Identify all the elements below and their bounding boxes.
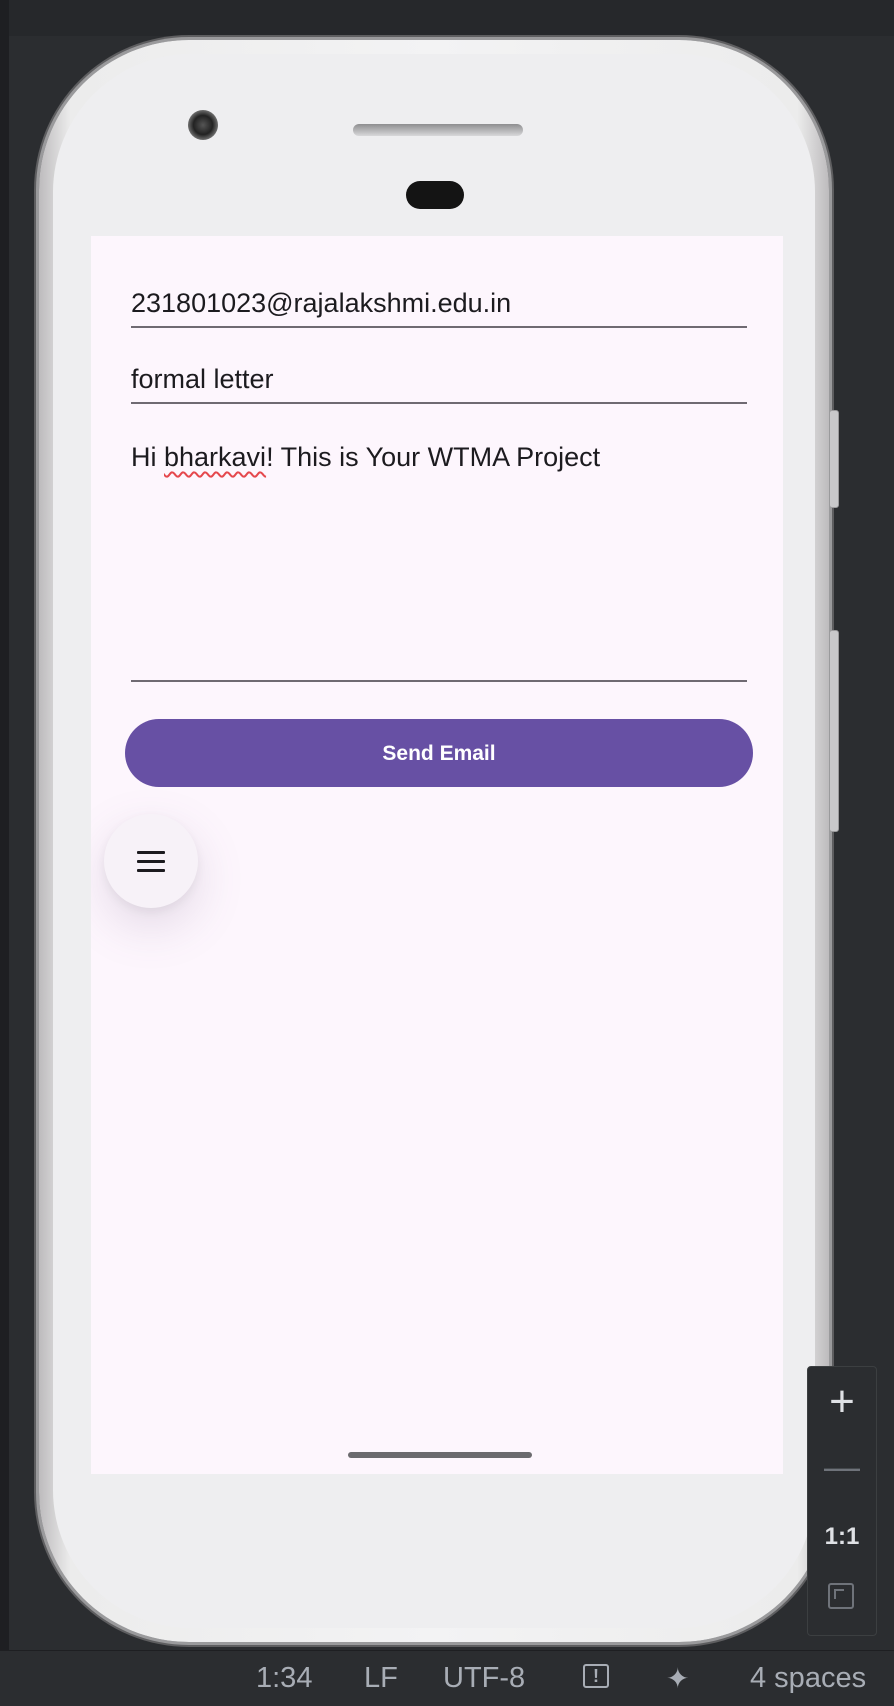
message-suffix: ! This is Your WTMA Project: [266, 442, 601, 472]
emulator-stage: 231801023@rajalakshmi.edu.in formal lett…: [9, 36, 894, 1650]
subject-field[interactable]: formal letter: [131, 354, 747, 404]
gesture-nav-handle[interactable]: [348, 1452, 532, 1458]
problems-icon[interactable]: !: [583, 1664, 609, 1688]
file-encoding[interactable]: UTF-8: [443, 1662, 525, 1695]
ide-top-bar: [0, 0, 894, 37]
indent-setting[interactable]: 4 spaces: [750, 1662, 866, 1695]
phone-bezel: 231801023@rajalakshmi.edu.in formal lett…: [53, 54, 815, 1628]
cursor-position[interactable]: 1:34: [256, 1662, 312, 1695]
zoom-in-button[interactable]: +: [808, 1377, 876, 1427]
android-status-bar: [91, 236, 783, 270]
subject-value: formal letter: [131, 364, 274, 394]
send-email-button[interactable]: Send Email: [125, 719, 753, 787]
recipient-email-value: 231801023@rajalakshmi.edu.in: [131, 288, 512, 318]
proximity-sensor: [406, 181, 464, 209]
app-screen: 231801023@rajalakshmi.edu.in formal lett…: [91, 236, 783, 1474]
fit-screen-icon[interactable]: [828, 1583, 854, 1609]
zoom-out-button[interactable]: —: [808, 1447, 876, 1487]
power-button: [829, 410, 839, 508]
menu-icon: [137, 851, 165, 878]
actual-size-button[interactable]: 1:1: [808, 1517, 876, 1557]
volume-button: [829, 630, 839, 832]
recipient-email-field[interactable]: 231801023@rajalakshmi.edu.in: [131, 278, 747, 328]
ide-status-bar: 1:34 LF UTF-8 ! ✦ 4 spaces: [0, 1650, 894, 1706]
earpiece-speaker: [353, 124, 523, 136]
ai-assistant-icon[interactable]: ✦: [666, 1662, 689, 1695]
message-prefix: Hi: [131, 442, 164, 472]
emulator-zoom-panel: + — 1:1: [807, 1366, 877, 1636]
spellcheck-flagged-word[interactable]: bharkavi: [164, 442, 266, 472]
menu-fab-button[interactable]: [104, 814, 198, 908]
ide-left-edge: [0, 0, 9, 1705]
front-camera-icon: [188, 110, 218, 140]
message-value: Hi bharkavi! This is Your WTMA Project: [131, 442, 600, 473]
line-separator[interactable]: LF: [364, 1662, 398, 1695]
phone-frame: 231801023@rajalakshmi.edu.in formal lett…: [39, 40, 839, 1642]
message-field[interactable]: Hi bharkavi! This is Your WTMA Project: [131, 428, 747, 682]
